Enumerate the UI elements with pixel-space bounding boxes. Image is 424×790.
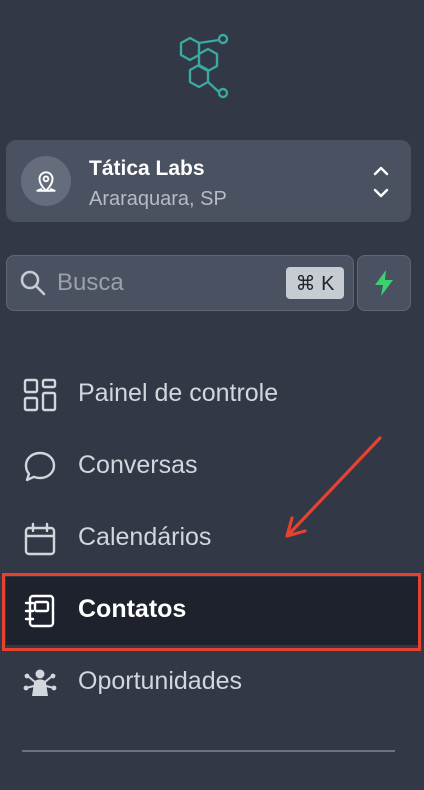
nav-label-contacts: Contatos	[78, 595, 187, 623]
location-switcher[interactable]: Tática Labs Araraquara, SP	[6, 140, 411, 222]
location-name: Tática Labs	[89, 157, 205, 180]
nav-item-dashboard[interactable]: Painel de controle	[6, 361, 418, 429]
nav-item-calendars[interactable]: Calendários	[6, 505, 418, 573]
quick-action-button[interactable]	[357, 255, 411, 311]
sidebar: Tática Labs Araraquara, SP ⌘ K Painel de…	[0, 0, 424, 790]
location-city: Araraquara, SP	[89, 188, 227, 210]
search-icon	[20, 270, 46, 296]
hexagon-logo-icon	[179, 33, 229, 99]
nav-item-contacts[interactable]: Contatos	[6, 577, 418, 645]
nav-item-opportunities[interactable]: Oportunidades	[6, 649, 418, 717]
search-box[interactable]: ⌘ K	[6, 255, 354, 311]
chevron-up-down-icon[interactable]	[370, 162, 392, 202]
keyboard-shortcut-badge: ⌘ K	[286, 267, 344, 299]
nav-label-conversations: Conversas	[78, 451, 198, 479]
divider	[22, 750, 395, 752]
nav-item-conversations[interactable]: Conversas	[6, 433, 418, 501]
calendar-icon	[24, 522, 56, 556]
map-pin-icon	[36, 171, 56, 192]
nav-label-calendars: Calendários	[78, 523, 212, 551]
chat-bubble-icon	[24, 451, 56, 482]
opportunities-icon	[23, 669, 57, 696]
dashboard-icon	[23, 378, 57, 412]
nav-label-dashboard: Painel de controle	[78, 379, 279, 407]
lightning-bolt-icon	[375, 270, 393, 296]
search-input[interactable]	[57, 265, 277, 301]
nav-label-opportunities: Oportunidades	[78, 667, 243, 695]
location-avatar	[21, 156, 71, 206]
contacts-book-icon	[24, 594, 55, 628]
